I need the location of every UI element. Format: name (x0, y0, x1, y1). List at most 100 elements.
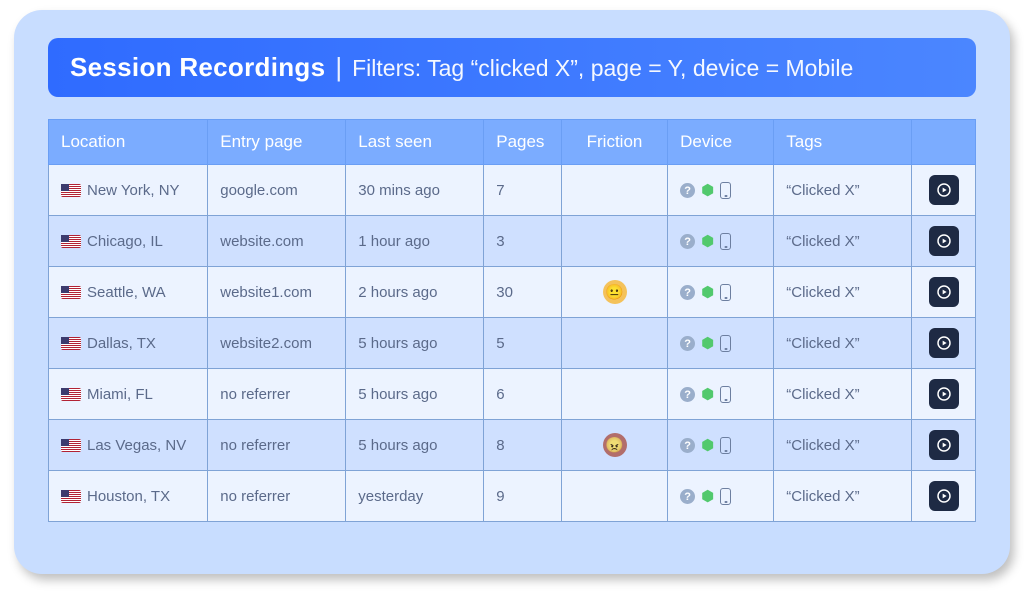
play-recording-button[interactable] (929, 328, 959, 358)
entry-page-cell: google.com (208, 165, 346, 216)
table-row[interactable]: Seattle, WAwebsite1.com2 hours ago30😐?⬢“… (49, 267, 976, 318)
device-cell: ?⬢ (668, 471, 774, 522)
friction-cell (561, 318, 667, 369)
title-separator: | (335, 52, 342, 83)
us-flag-icon (61, 337, 81, 350)
play-recording-button[interactable] (929, 175, 959, 205)
pages-cell: 8 (484, 420, 562, 471)
mobile-device-icon (720, 488, 731, 505)
tag-cell: “Clicked X” (774, 165, 912, 216)
sessions-table: Location Entry page Last seen Pages Fric… (48, 119, 976, 522)
android-icon: ⬢ (701, 489, 714, 504)
pages-cell: 9 (484, 471, 562, 522)
us-flag-icon (61, 490, 81, 503)
location-text: Houston, TX (87, 488, 170, 505)
last-seen-cell: 5 hours ago (346, 369, 484, 420)
device-cell: ?⬢ (668, 216, 774, 267)
device-cell: ?⬢ (668, 165, 774, 216)
location-text: Las Vegas, NV (87, 437, 186, 454)
android-icon: ⬢ (701, 387, 714, 402)
table-row[interactable]: Miami, FLno referrer5 hours ago6?⬢“Click… (49, 369, 976, 420)
mobile-device-icon (720, 335, 731, 352)
friction-cell (561, 165, 667, 216)
us-flag-icon (61, 286, 81, 299)
location-text: Dallas, TX (87, 335, 156, 352)
device-cell: ?⬢ (668, 420, 774, 471)
android-icon: ⬢ (701, 336, 714, 351)
us-flag-icon (61, 439, 81, 452)
title-bar: Session Recordings | Filters: Tag “click… (48, 38, 976, 97)
page-title: Session Recordings (70, 52, 325, 83)
col-header-pages[interactable]: Pages (484, 120, 562, 165)
play-recording-button[interactable] (929, 430, 959, 460)
table-row[interactable]: Las Vegas, NVno referrer5 hours ago8😠?⬢“… (49, 420, 976, 471)
android-icon: ⬢ (701, 234, 714, 249)
tag-cell: “Clicked X” (774, 369, 912, 420)
tag-cell: “Clicked X” (774, 267, 912, 318)
unknown-browser-icon: ? (680, 489, 695, 504)
mobile-device-icon (720, 284, 731, 301)
unknown-browser-icon: ? (680, 234, 695, 249)
location-text: New York, NY (87, 182, 180, 199)
unknown-browser-icon: ? (680, 387, 695, 402)
session-recordings-card: Session Recordings | Filters: Tag “click… (14, 10, 1010, 574)
col-header-entry-page[interactable]: Entry page (208, 120, 346, 165)
col-header-friction[interactable]: Friction (561, 120, 667, 165)
unknown-browser-icon: ? (680, 285, 695, 300)
table-row[interactable]: Chicago, ILwebsite.com1 hour ago3?⬢“Clic… (49, 216, 976, 267)
unknown-browser-icon: ? (680, 336, 695, 351)
col-header-last-seen[interactable]: Last seen (346, 120, 484, 165)
entry-page-cell: website1.com (208, 267, 346, 318)
last-seen-cell: 2 hours ago (346, 267, 484, 318)
frustrated-face-icon: 😠 (603, 433, 627, 457)
pages-cell: 5 (484, 318, 562, 369)
table-row[interactable]: Houston, TXno referreryesterday9?⬢“Click… (49, 471, 976, 522)
pages-cell: 6 (484, 369, 562, 420)
tag-cell: “Clicked X” (774, 318, 912, 369)
friction-cell (561, 369, 667, 420)
device-cell: ?⬢ (668, 318, 774, 369)
mobile-device-icon (720, 182, 731, 199)
last-seen-cell: 5 hours ago (346, 318, 484, 369)
tag-cell: “Clicked X” (774, 216, 912, 267)
play-recording-button[interactable] (929, 277, 959, 307)
pages-cell: 30 (484, 267, 562, 318)
android-icon: ⬢ (701, 438, 714, 453)
location-text: Seattle, WA (87, 284, 166, 301)
android-icon: ⬢ (701, 183, 714, 198)
last-seen-cell: 1 hour ago (346, 216, 484, 267)
play-recording-button[interactable] (929, 481, 959, 511)
location-text: Miami, FL (87, 386, 153, 403)
android-icon: ⬢ (701, 285, 714, 300)
last-seen-cell: yesterday (346, 471, 484, 522)
neutral-face-icon: 😐 (603, 280, 627, 304)
col-header-device[interactable]: Device (668, 120, 774, 165)
us-flag-icon (61, 235, 81, 248)
device-cell: ?⬢ (668, 369, 774, 420)
pages-cell: 7 (484, 165, 562, 216)
location-text: Chicago, IL (87, 233, 163, 250)
unknown-browser-icon: ? (680, 438, 695, 453)
col-header-tags[interactable]: Tags (774, 120, 912, 165)
mobile-device-icon (720, 386, 731, 403)
device-cell: ?⬢ (668, 267, 774, 318)
table-row[interactable]: Dallas, TXwebsite2.com5 hours ago5?⬢“Cli… (49, 318, 976, 369)
last-seen-cell: 30 mins ago (346, 165, 484, 216)
us-flag-icon (61, 388, 81, 401)
unknown-browser-icon: ? (680, 183, 695, 198)
play-recording-button[interactable] (929, 379, 959, 409)
entry-page-cell: no referrer (208, 369, 346, 420)
table-header-row: Location Entry page Last seen Pages Fric… (49, 120, 976, 165)
friction-cell (561, 471, 667, 522)
table-row[interactable]: New York, NYgoogle.com30 mins ago7?⬢“Cli… (49, 165, 976, 216)
friction-cell (561, 216, 667, 267)
tag-cell: “Clicked X” (774, 420, 912, 471)
mobile-device-icon (720, 437, 731, 454)
us-flag-icon (61, 184, 81, 197)
entry-page-cell: website.com (208, 216, 346, 267)
play-recording-button[interactable] (929, 226, 959, 256)
pages-cell: 3 (484, 216, 562, 267)
friction-cell: 😠 (561, 420, 667, 471)
mobile-device-icon (720, 233, 731, 250)
col-header-location[interactable]: Location (49, 120, 208, 165)
